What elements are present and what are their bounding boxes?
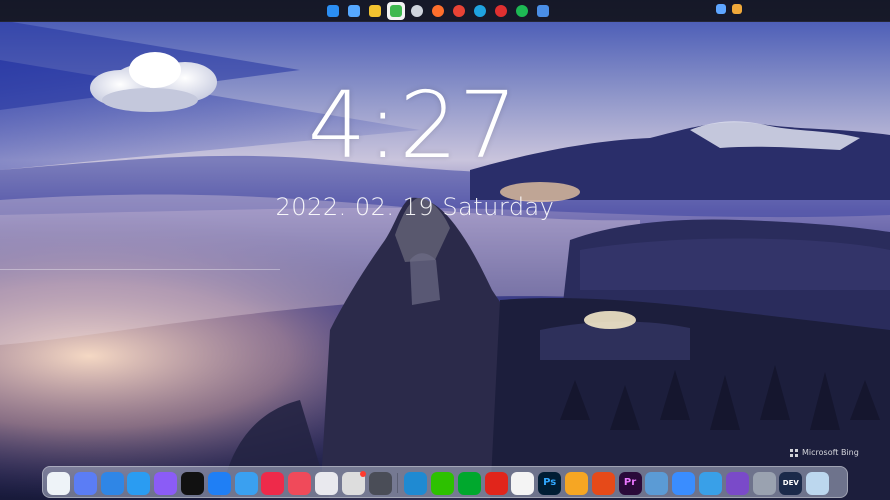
dock-item-disk-utility[interactable] (752, 471, 776, 495)
android-app-icon (390, 5, 402, 17)
edge-icon (474, 5, 486, 17)
dock-item-typora[interactable] (698, 471, 722, 495)
dock-item-folder-app[interactable] (564, 471, 588, 495)
dock-item-vscode[interactable] (404, 471, 428, 495)
dock-item-evernote[interactable] (457, 471, 481, 495)
bing-logo-icon (790, 448, 798, 457)
windows-start-icon (327, 5, 339, 17)
dock-item-baidu-netdisk[interactable] (672, 471, 696, 495)
dock-item-netease-cloud-music[interactable] (484, 471, 508, 495)
dock-separator (397, 473, 399, 493)
notification-badge (359, 470, 366, 477)
chrome-icon (453, 5, 465, 17)
spotify-icon (516, 5, 528, 17)
dock-item-messages[interactable] (341, 470, 366, 495)
cloud-app-icon (411, 5, 423, 17)
taskbar-item-cloud-app[interactable] (408, 2, 426, 20)
divider-line (0, 269, 280, 270)
premiere-icon: Pr (623, 477, 637, 488)
system-tray (716, 4, 742, 14)
dock-item-photo-booth[interactable] (261, 471, 285, 495)
taskbar-item-task-view[interactable] (345, 2, 363, 20)
dock-item-dev-app[interactable]: DEV (779, 471, 803, 495)
dock-item-photoshop[interactable]: Ps (538, 471, 562, 495)
taskbar-item-windows-start[interactable] (324, 2, 342, 20)
taskbar-item-firefox[interactable] (429, 2, 447, 20)
dock-item-preview[interactable] (645, 471, 669, 495)
photoshop-icon: Ps (543, 477, 557, 488)
taskbar-item-edge[interactable] (471, 2, 489, 20)
dock-item-desktop[interactable] (100, 471, 124, 495)
dock-item-chrome[interactable] (511, 471, 535, 495)
taskbar-item-terminal[interactable] (534, 2, 552, 20)
netease-music-icon (495, 5, 507, 17)
taskbar-item-spotify[interactable] (513, 2, 531, 20)
dock-item-finder[interactable] (47, 471, 70, 495)
task-view-icon (348, 5, 360, 17)
wallpaper-credit-label: Microsoft Bing (802, 448, 859, 457)
dock-item-control-center[interactable] (314, 471, 338, 495)
terminal-icon (537, 5, 549, 17)
dev-app-icon: DEV (782, 479, 799, 487)
dock-item-visual-studio[interactable] (725, 471, 749, 495)
taskbar (0, 0, 890, 22)
taskbar-item-android-app[interactable] (387, 2, 405, 20)
dock-item-wechat[interactable] (430, 471, 454, 495)
color-tray-icon[interactable] (732, 4, 742, 14)
dock-item-premiere[interactable]: Pr (618, 471, 642, 495)
taskbar-apps (324, 2, 552, 20)
dock-item-office[interactable] (591, 471, 615, 495)
lockscreen-date: 2022. 02. 19 Saturday (275, 193, 555, 221)
dock-item-red-app[interactable] (288, 471, 312, 495)
taskbar-item-netease-music[interactable] (492, 2, 510, 20)
taskbar-item-file-explorer[interactable] (366, 2, 384, 20)
dock-item-app-store[interactable] (207, 471, 231, 495)
dock-item-spotlight-search[interactable] (234, 471, 258, 495)
dock-item-launchpad[interactable] (73, 471, 97, 495)
firefox-icon (432, 5, 444, 17)
dock-item-siri[interactable] (154, 471, 178, 495)
wallpaper-credit[interactable]: Microsoft Bing (790, 448, 859, 457)
dock-item-black-app[interactable] (180, 471, 204, 495)
dock-item-safari[interactable] (127, 471, 151, 495)
shield-tray-icon[interactable] (716, 4, 726, 14)
lockscreen-time: 4:27 (307, 72, 519, 179)
dock-items: Ps Pr DEV (47, 470, 830, 496)
dock-item-power[interactable] (368, 471, 392, 495)
dock: Ps Pr DEV (42, 466, 848, 498)
file-explorer-icon (369, 5, 381, 17)
taskbar-item-chrome[interactable] (450, 2, 468, 20)
dock-item-recycle-bin[interactable] (806, 471, 830, 495)
